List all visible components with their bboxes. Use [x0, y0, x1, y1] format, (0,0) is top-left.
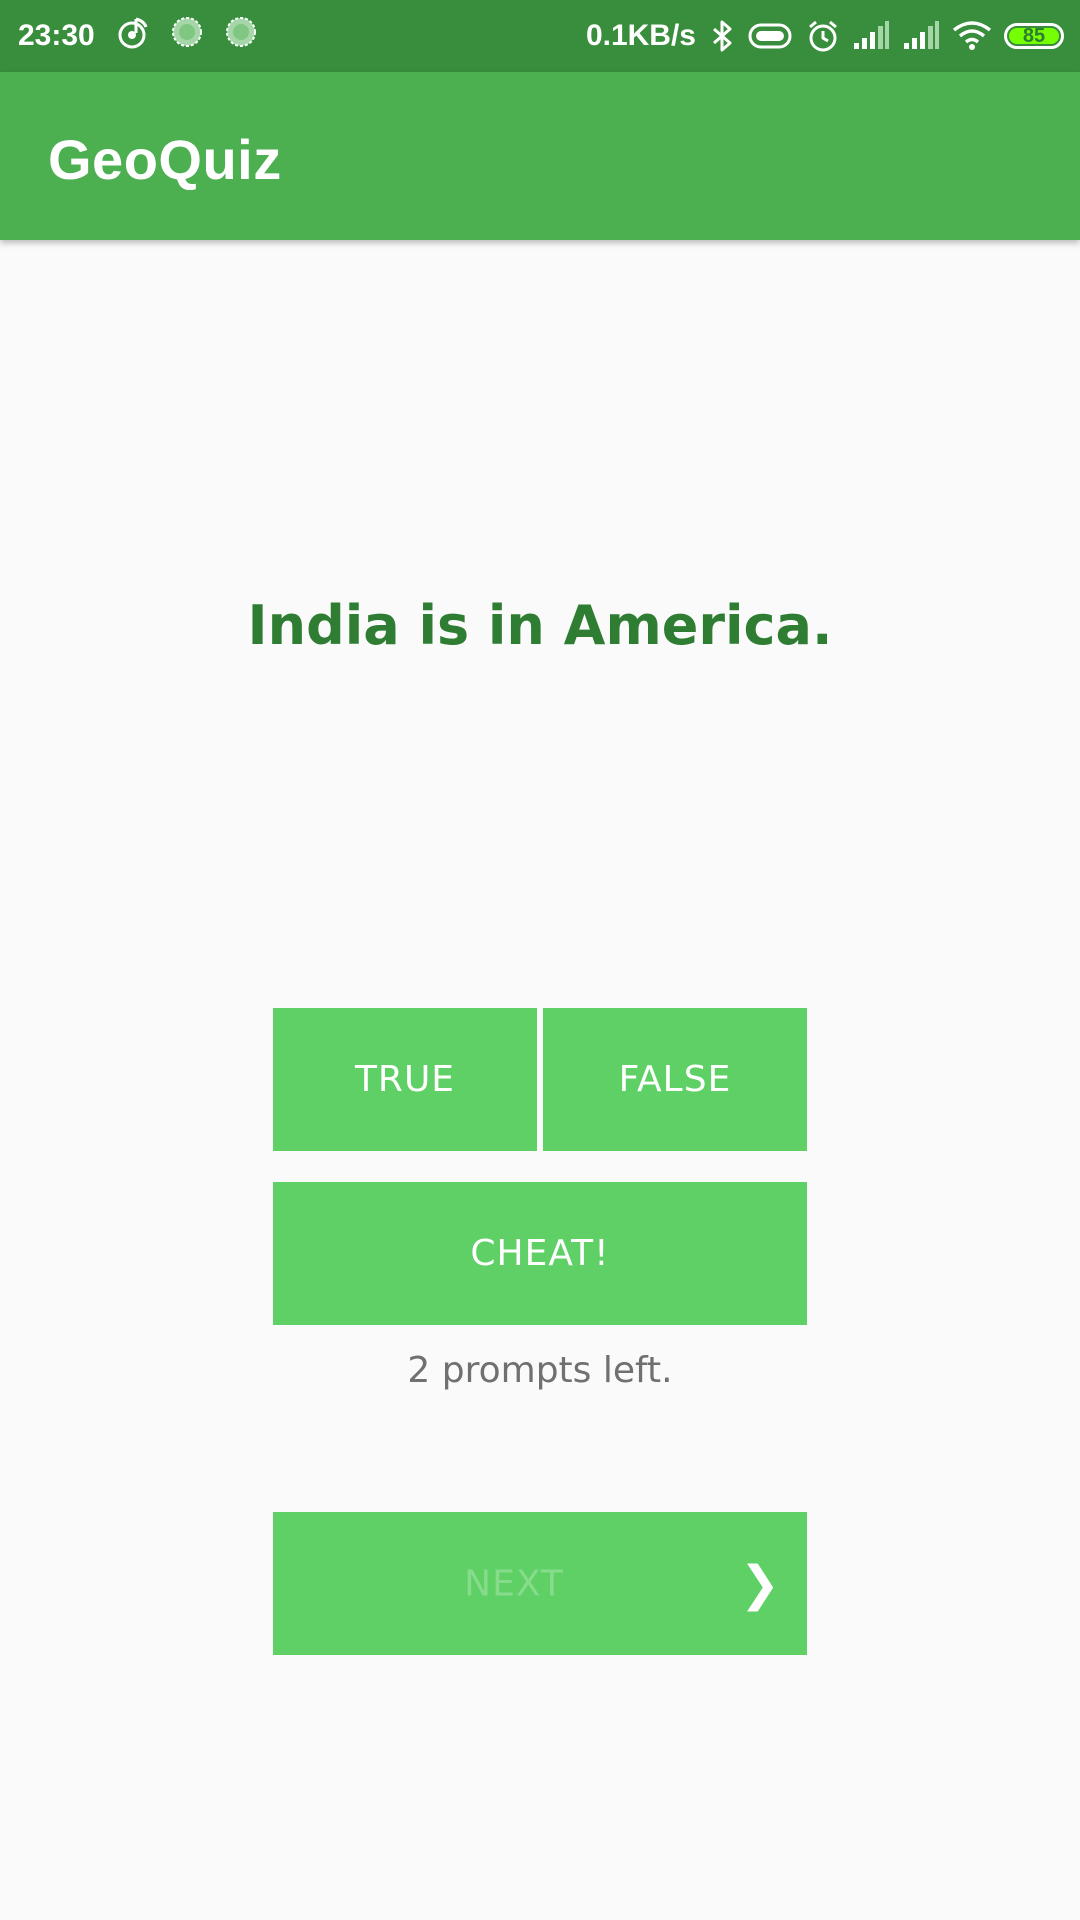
bluetooth-icon: [710, 19, 734, 53]
wifi-icon: [952, 20, 992, 52]
true-button[interactable]: TRUE: [273, 1008, 537, 1151]
next-button-label: NEXT: [464, 1563, 564, 1604]
signal-icon: [852, 21, 890, 51]
net-speed: 0.1KB/s: [585, 19, 696, 52]
app-title: GeoQuiz: [48, 128, 282, 191]
spinner-icon: [170, 15, 204, 57]
prompts-left-text: 2 prompts left.: [407, 1350, 673, 1391]
battery-level: 85: [1009, 26, 1059, 46]
false-button[interactable]: FALSE: [543, 1008, 807, 1151]
status-bar: 23:30 0.1KB/s 85: [0, 0, 1080, 72]
battery-icon: 85: [1004, 23, 1064, 49]
status-notification-icons: [118, 15, 258, 57]
vibrate-icon: [746, 21, 794, 51]
question-text: India is in America.: [247, 594, 833, 657]
cheat-button[interactable]: CHEAT!: [273, 1182, 807, 1325]
status-time: 23:30: [18, 19, 95, 52]
app-bar: GeoQuiz: [0, 72, 1080, 240]
signal-icon: [902, 21, 940, 51]
next-button[interactable]: NEXT ❯: [273, 1512, 807, 1655]
music-note-icon: [118, 15, 150, 57]
status-system-icons: 0.1KB/s 85: [586, 16, 1064, 56]
chevron-right-icon: ❯: [739, 1555, 781, 1612]
spinner-icon: [224, 15, 258, 57]
alarm-icon: [806, 19, 840, 53]
